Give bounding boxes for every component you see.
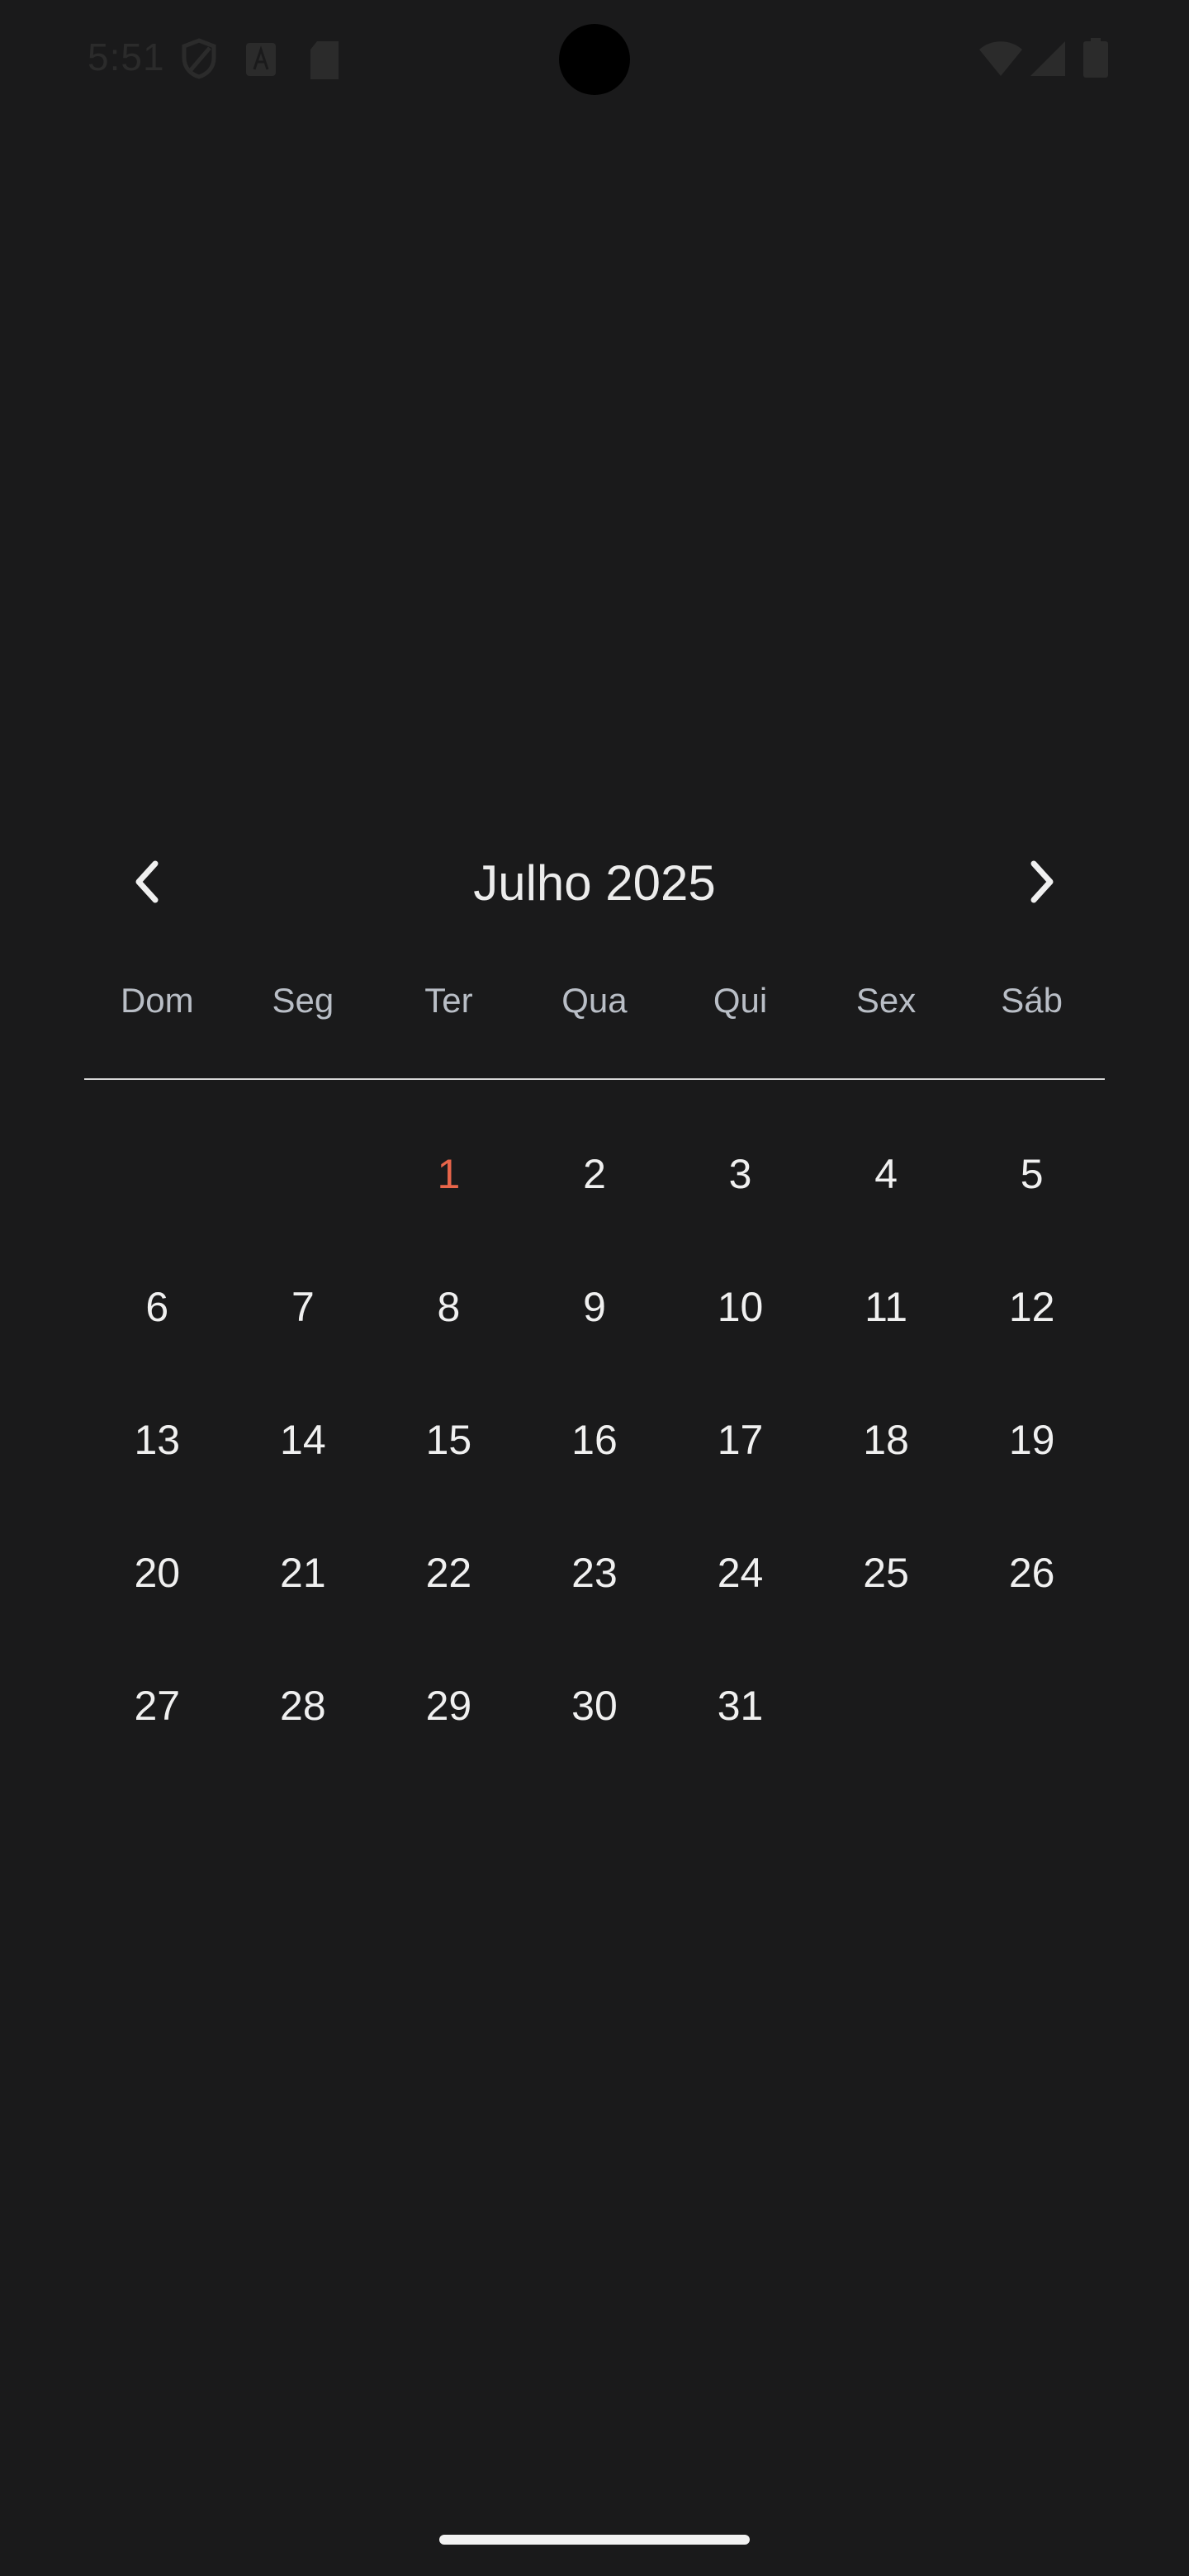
status-bar: 5:51	[0, 0, 1189, 119]
chevron-right-icon	[1026, 857, 1059, 911]
day-cell[interactable]: 10	[667, 1272, 813, 1405]
day-cell[interactable]: 6	[84, 1272, 230, 1405]
day-cell[interactable]: 22	[376, 1538, 522, 1671]
day-cell[interactable]: 31	[667, 1671, 813, 1804]
weekday-row: Dom Seg Ter Qua Qui Sex Sáb	[84, 974, 1105, 1027]
day-cell-today[interactable]: 1	[376, 1139, 522, 1272]
weekday-label: Sáb	[1001, 981, 1063, 1020]
weekday-label: Seg	[272, 981, 334, 1020]
weekday-label: Ter	[424, 981, 473, 1020]
days-grid: 1 2 3 4 5 6 7 8 9 10 11 12 13 14 15 16 17 18 19 20 21 22 23 24 2…	[84, 1139, 1105, 1804]
day-cell[interactable]: 25	[813, 1538, 959, 1671]
day-cell[interactable]: 12	[959, 1272, 1105, 1405]
day-cell[interactable]: 28	[230, 1671, 377, 1804]
day-cell[interactable]: 3	[667, 1139, 813, 1272]
day-cell[interactable]: 14	[230, 1405, 377, 1538]
battery-icon	[1083, 38, 1108, 82]
day-cell[interactable]: 8	[376, 1272, 522, 1405]
camera-cutout	[559, 24, 630, 95]
day-cell[interactable]: 16	[522, 1405, 668, 1538]
day-cell[interactable]: 29	[376, 1671, 522, 1804]
day-cell[interactable]: 20	[84, 1538, 230, 1671]
shield-icon	[180, 38, 218, 83]
chevron-left-icon	[130, 857, 163, 911]
sd-card-icon	[309, 41, 340, 83]
weekday-label: Qui	[713, 981, 768, 1020]
weekday-label: Dom	[120, 981, 194, 1020]
day-cell[interactable]: 24	[667, 1538, 813, 1671]
header-divider	[84, 1078, 1105, 1080]
wifi-icon	[979, 41, 1022, 80]
day-cell[interactable]: 13	[84, 1405, 230, 1538]
status-time: 5:51	[88, 36, 165, 78]
gesture-handle[interactable]	[439, 2535, 750, 2545]
day-cell[interactable]: 4	[813, 1139, 959, 1272]
font-a-icon	[246, 43, 276, 80]
day-cell[interactable]: 21	[230, 1538, 377, 1671]
month-title: Julho 2025	[473, 855, 716, 911]
signal-icon	[1030, 41, 1065, 80]
empty-day-cell	[230, 1139, 377, 1272]
weekday-label: Qua	[561, 981, 628, 1020]
day-cell[interactable]: 2	[522, 1139, 668, 1272]
empty-day-cell	[84, 1139, 230, 1272]
day-cell[interactable]: 19	[959, 1405, 1105, 1538]
day-cell[interactable]: 18	[813, 1405, 959, 1538]
day-cell[interactable]: 26	[959, 1538, 1105, 1671]
calendar-screen: 5:51 Julho 2025 Dom Seg Ter Qua Qui Sex …	[0, 0, 1189, 2576]
day-cell[interactable]: 7	[230, 1272, 377, 1405]
next-month-button[interactable]	[1001, 842, 1083, 925]
day-cell[interactable]: 17	[667, 1405, 813, 1538]
day-cell[interactable]: 27	[84, 1671, 230, 1804]
previous-month-button[interactable]	[106, 842, 188, 925]
day-cell[interactable]: 30	[522, 1671, 668, 1804]
day-cell[interactable]: 15	[376, 1405, 522, 1538]
day-cell[interactable]: 11	[813, 1272, 959, 1405]
weekday-label: Sex	[855, 981, 917, 1020]
day-cell[interactable]: 9	[522, 1272, 668, 1405]
day-cell[interactable]: 23	[522, 1538, 668, 1671]
day-cell[interactable]: 5	[959, 1139, 1105, 1272]
